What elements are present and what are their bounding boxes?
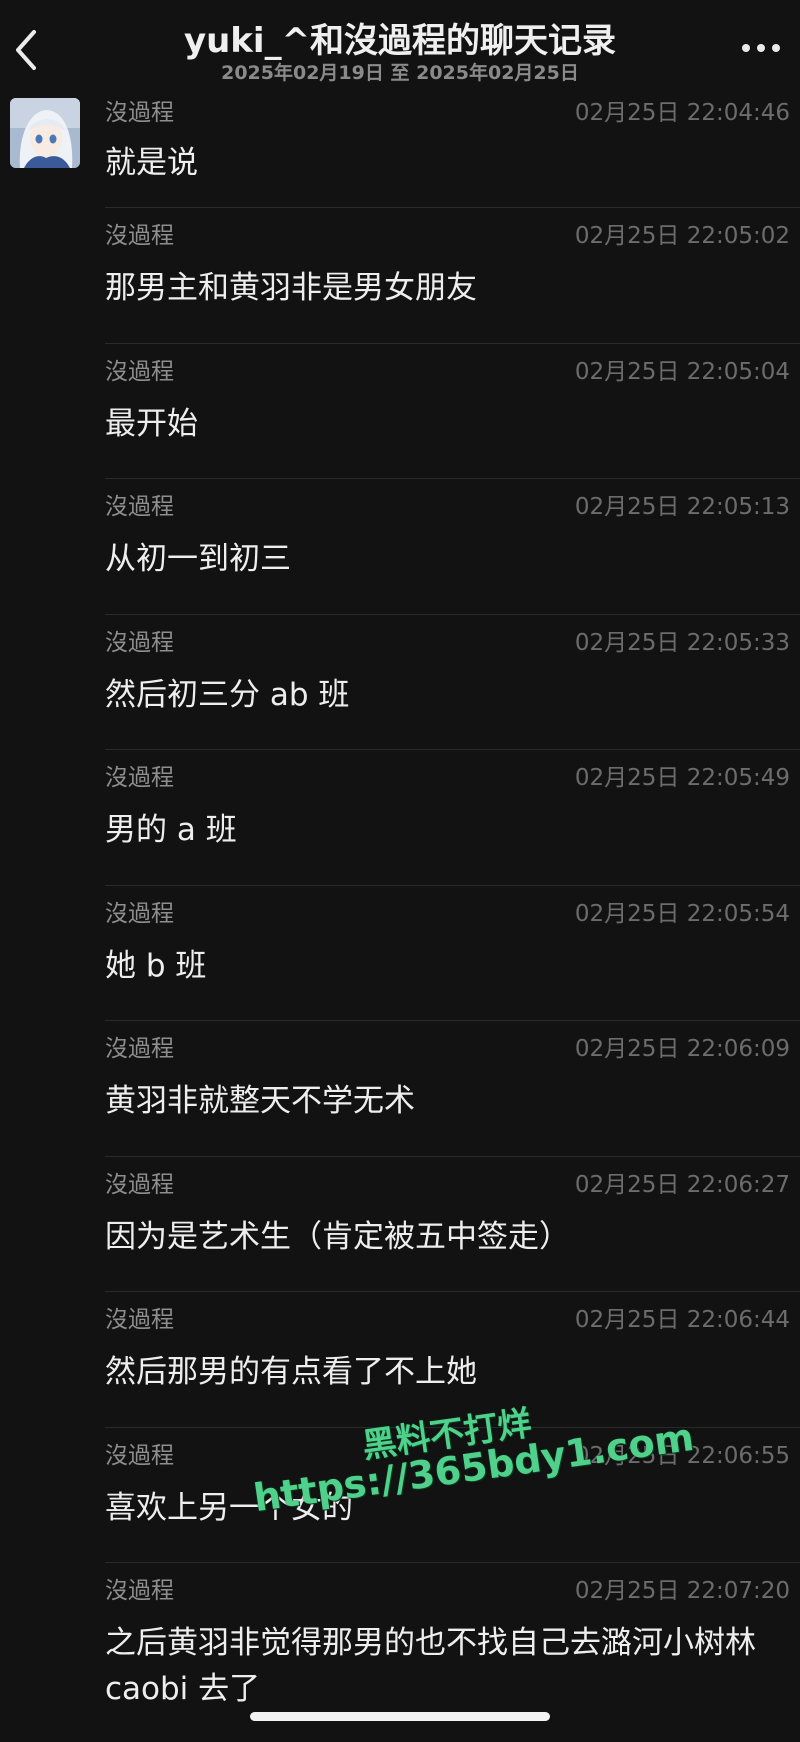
message-item[interactable]: 沒過程 02月25日 22:05:02 那男主和黄羽非是男女朋友 bbox=[0, 207, 800, 343]
message-text[interactable]: 黄羽非就整天不学无术 bbox=[105, 1078, 790, 1124]
sender-name: 沒過程 bbox=[105, 765, 174, 791]
message-timestamp: 02月25日 22:04:46 bbox=[574, 100, 790, 126]
message-item[interactable]: 沒過程 02月25日 22:04:46 就是说 bbox=[0, 92, 800, 207]
divider bbox=[105, 884, 800, 886]
avatar[interactable] bbox=[10, 98, 80, 168]
message-timestamp: 02月25日 22:06:44 bbox=[574, 1307, 790, 1333]
divider bbox=[105, 478, 800, 479]
message-item[interactable]: 沒過程 02月25日 22:05:13 从初一到初三 bbox=[0, 478, 800, 614]
message-item[interactable]: 沒過程 02月25日 22:05:54 她 b 班 bbox=[0, 884, 800, 1021]
chevron-left-icon bbox=[16, 30, 36, 70]
message-timestamp: 02月25日 22:05:02 bbox=[574, 223, 790, 249]
divider bbox=[105, 1562, 800, 1563]
more-button[interactable] bbox=[736, 34, 786, 62]
message-timestamp: 02月25日 22:05:13 bbox=[574, 494, 790, 520]
sender-name: 沒過程 bbox=[105, 223, 174, 249]
back-button[interactable] bbox=[8, 22, 48, 78]
message-text[interactable]: 从初一到初三 bbox=[105, 536, 790, 582]
sender-name: 沒過程 bbox=[105, 1036, 174, 1062]
chat-history-header: yuki_^和沒過程的聊天记录 2025年02月19日 至 2025年02月25… bbox=[0, 0, 800, 96]
message-text[interactable]: 之后黄羽非觉得那男的也不找自己去潞河小树林 caobi 去了 bbox=[105, 1620, 790, 1712]
divider bbox=[105, 342, 800, 344]
divider bbox=[105, 1020, 800, 1021]
home-indicator[interactable] bbox=[250, 1712, 550, 1721]
divider bbox=[105, 207, 800, 208]
message-timestamp: 02月25日 22:05:49 bbox=[574, 765, 790, 791]
message-text[interactable]: 她 b 班 bbox=[105, 943, 790, 989]
message-item[interactable]: 沒過程 02月25日 22:06:27 因为是艺术生（肯定被五中签走） bbox=[0, 1155, 800, 1292]
divider bbox=[105, 1291, 800, 1292]
message-timestamp: 02月25日 22:06:09 bbox=[574, 1036, 790, 1062]
sender-name: 沒過程 bbox=[105, 358, 174, 385]
message-timestamp: 02月25日 22:05:54 bbox=[574, 900, 790, 927]
divider bbox=[105, 613, 800, 615]
page-title: yuki_^和沒過程的聊天记录 bbox=[183, 21, 617, 61]
message-text[interactable]: 男的 a 班 bbox=[105, 807, 790, 853]
message-text[interactable]: 然后那男的有点看了不上她 bbox=[105, 1349, 790, 1395]
sender-name: 沒過程 bbox=[105, 1171, 174, 1198]
message-text[interactable]: 最开始 bbox=[105, 401, 790, 447]
message-timestamp: 02月25日 22:07:20 bbox=[574, 1578, 790, 1604]
message-timestamp: 02月25日 22:06:27 bbox=[574, 1171, 790, 1198]
sender-name: 沒過程 bbox=[105, 1307, 174, 1333]
sender-name: 沒過程 bbox=[105, 900, 174, 927]
message-item[interactable]: 沒過程 02月25日 22:05:04 最开始 bbox=[0, 342, 800, 479]
sender-name: 沒過程 bbox=[105, 100, 174, 126]
anime-girl-avatar-icon bbox=[10, 98, 80, 168]
message-text[interactable]: 因为是艺术生（肯定被五中签走） bbox=[105, 1214, 790, 1260]
message-text[interactable]: 那男主和黄羽非是男女朋友 bbox=[105, 265, 790, 311]
sender-name: 沒過程 bbox=[105, 1578, 174, 1604]
sender-name: 沒過程 bbox=[105, 494, 174, 520]
message-timestamp: 02月25日 22:05:04 bbox=[574, 358, 790, 385]
message-item[interactable]: 沒過程 02月25日 22:06:44 然后那男的有点看了不上她 bbox=[0, 1291, 800, 1427]
message-item[interactable]: 沒過程 02月25日 22:05:33 然后初三分 ab 班 bbox=[0, 613, 800, 750]
message-text[interactable]: 然后初三分 ab 班 bbox=[105, 672, 790, 718]
ellipsis-icon bbox=[742, 44, 750, 52]
divider bbox=[105, 1155, 800, 1157]
sender-name: 沒過程 bbox=[105, 1442, 174, 1469]
message-timestamp: 02月25日 22:05:33 bbox=[574, 629, 790, 656]
message-item[interactable]: 沒過程 02月25日 22:05:49 男的 a 班 bbox=[0, 749, 800, 885]
date-range: 2025年02月19日 至 2025年02月25日 bbox=[221, 62, 579, 84]
message-text[interactable]: 就是说 bbox=[105, 140, 790, 186]
sender-name: 沒過程 bbox=[105, 629, 174, 656]
message-item[interactable]: 沒過程 02月25日 22:06:09 黄羽非就整天不学无术 bbox=[0, 1020, 800, 1156]
divider bbox=[105, 749, 800, 750]
